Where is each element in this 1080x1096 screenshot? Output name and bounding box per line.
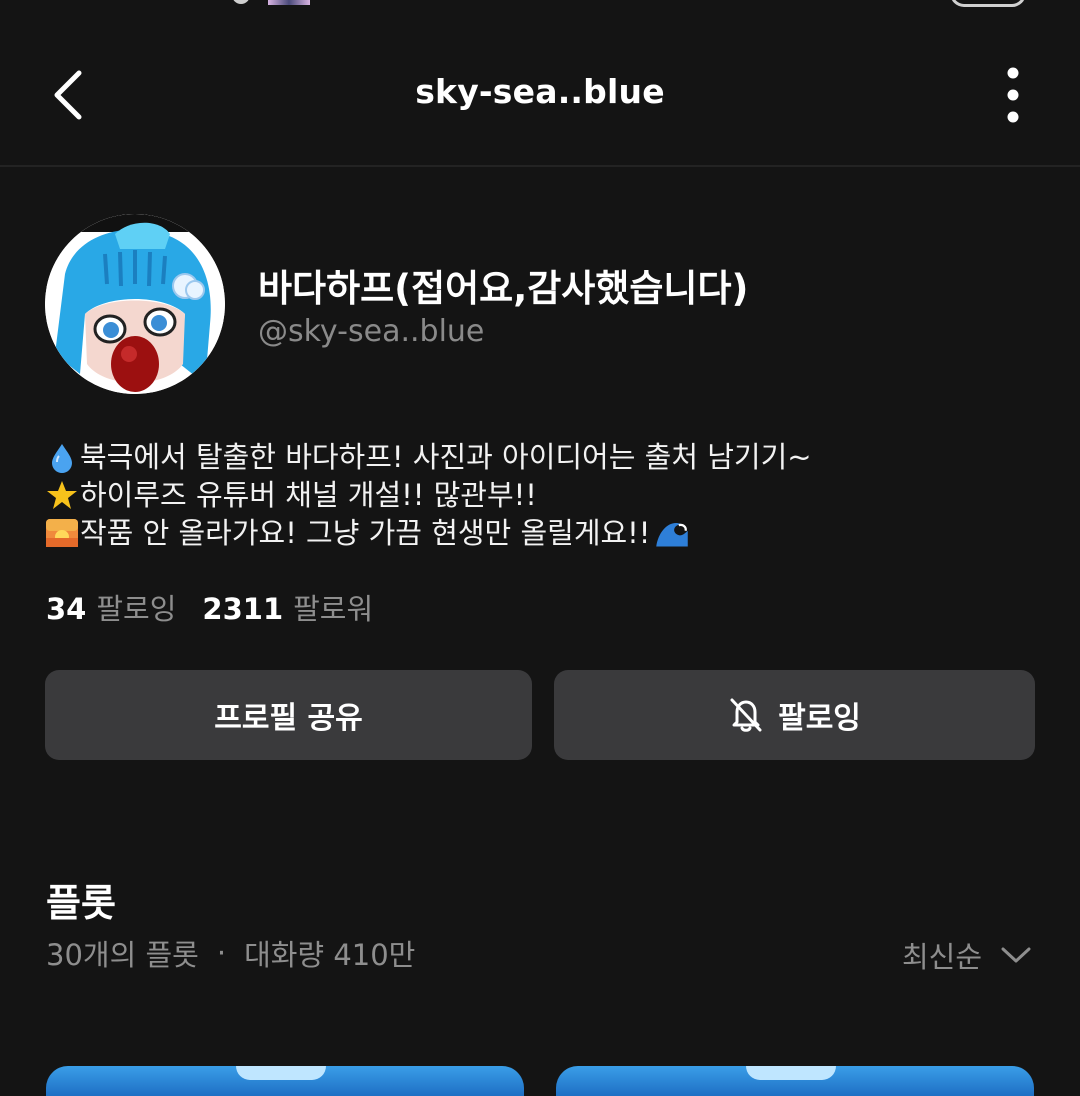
bell-off-icon xyxy=(728,696,764,734)
avatar-image xyxy=(45,214,225,394)
following-label[interactable]: 팔로잉 xyxy=(96,586,176,628)
sort-label: 최신순 xyxy=(901,940,982,974)
wave-icon xyxy=(656,523,689,547)
profile-handle: @sky-sea..blue xyxy=(258,314,485,349)
followers-label[interactable]: 팔로워 xyxy=(293,586,373,628)
section-title: 플롯 xyxy=(46,881,116,925)
more-vertical-icon xyxy=(1007,67,1018,123)
meta-separator: · xyxy=(216,936,227,970)
chevron-down-icon xyxy=(1000,945,1032,965)
status-bar-indicator xyxy=(232,0,250,4)
profile-bio: 북극에서 탈출한 바다하프! 사진과 아이디어는 출처 남기기~ 하이루즈 유튜… xyxy=(46,438,1046,552)
sunrise-icon xyxy=(46,519,78,547)
status-bar-thumbnail xyxy=(268,0,310,5)
bio-text: 북극에서 탈출한 바다하프! 사진과 아이디어는 출처 남기기~ xyxy=(80,440,812,474)
followers-count[interactable]: 2311 xyxy=(202,592,283,626)
bio-line: 작품 안 올라가요! 그냥 가끔 현생만 올릴게요!! xyxy=(46,514,1046,552)
share-profile-button[interactable]: 프로필 공유 xyxy=(45,670,532,760)
share-profile-label: 프로필 공유 xyxy=(214,701,363,736)
avatar[interactable] xyxy=(45,214,225,394)
following-button[interactable]: 팔로잉 xyxy=(554,670,1035,760)
bio-line: 하이루즈 유튜버 채널 개설!! 많관부!! xyxy=(46,476,1046,514)
top-bar: sky-sea..blue xyxy=(0,40,1080,150)
following-button-label: 팔로잉 xyxy=(778,701,861,736)
following-count[interactable]: 34 xyxy=(46,592,86,626)
more-options-button[interactable] xyxy=(985,60,1040,130)
follow-stats: 34 팔로잉 2311 팔로워 xyxy=(46,586,373,628)
display-name: 바다하프(접어요,감사했습니다) xyxy=(258,267,749,310)
plot-card[interactable] xyxy=(556,1066,1034,1096)
bio-line: 북극에서 탈출한 바다하프! 사진과 아이디어는 출처 남기기~ xyxy=(46,438,1046,476)
droplet-icon xyxy=(52,444,72,473)
status-bar-pill xyxy=(950,0,1026,7)
bio-text: 하이루즈 유튜버 채널 개설!! 많관부!! xyxy=(80,478,537,512)
sort-dropdown[interactable]: 최신순 xyxy=(902,934,1032,976)
star-icon xyxy=(47,481,77,509)
page-title: sky-sea..blue xyxy=(415,72,665,111)
conversation-count: 대화량 410만 xyxy=(244,938,416,972)
plot-count: 30개의 플롯 xyxy=(46,938,199,972)
section-meta: 30개의 플롯 · 대화량 410만 xyxy=(46,932,415,974)
plot-card[interactable] xyxy=(46,1066,524,1096)
bio-text: 작품 안 올라가요! 그냥 가끔 현생만 올릴게요!! xyxy=(80,516,651,550)
header-divider xyxy=(0,165,1080,167)
